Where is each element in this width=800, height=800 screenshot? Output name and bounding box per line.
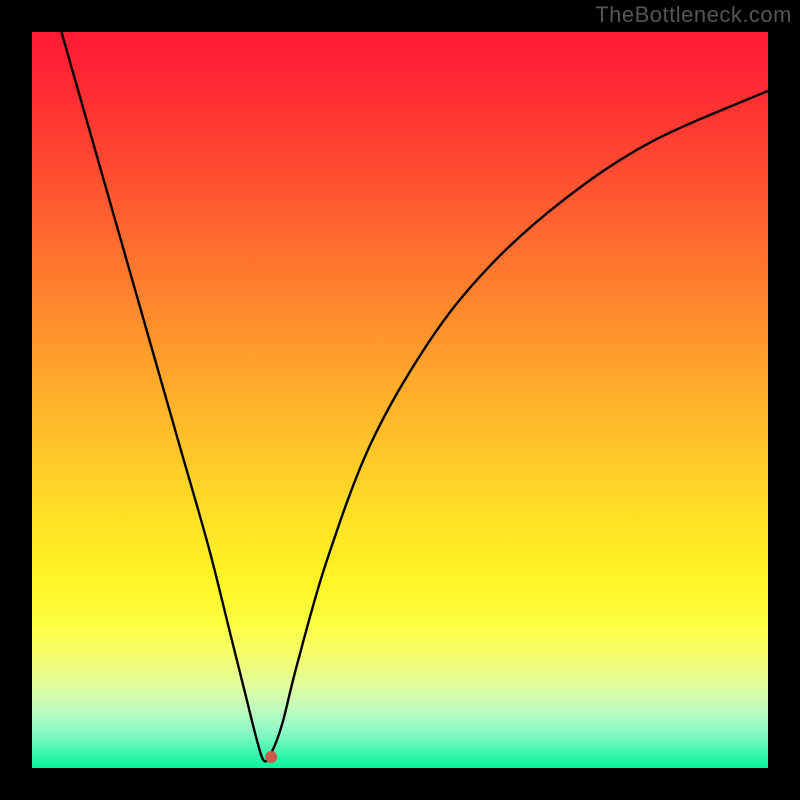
- watermark-text: TheBottleneck.com: [595, 2, 792, 28]
- plot-area: [32, 32, 768, 768]
- curve-svg: [32, 32, 768, 768]
- chart-frame: TheBottleneck.com: [0, 0, 800, 800]
- curve-line: [61, 32, 768, 761]
- optimum-marker: [265, 751, 277, 763]
